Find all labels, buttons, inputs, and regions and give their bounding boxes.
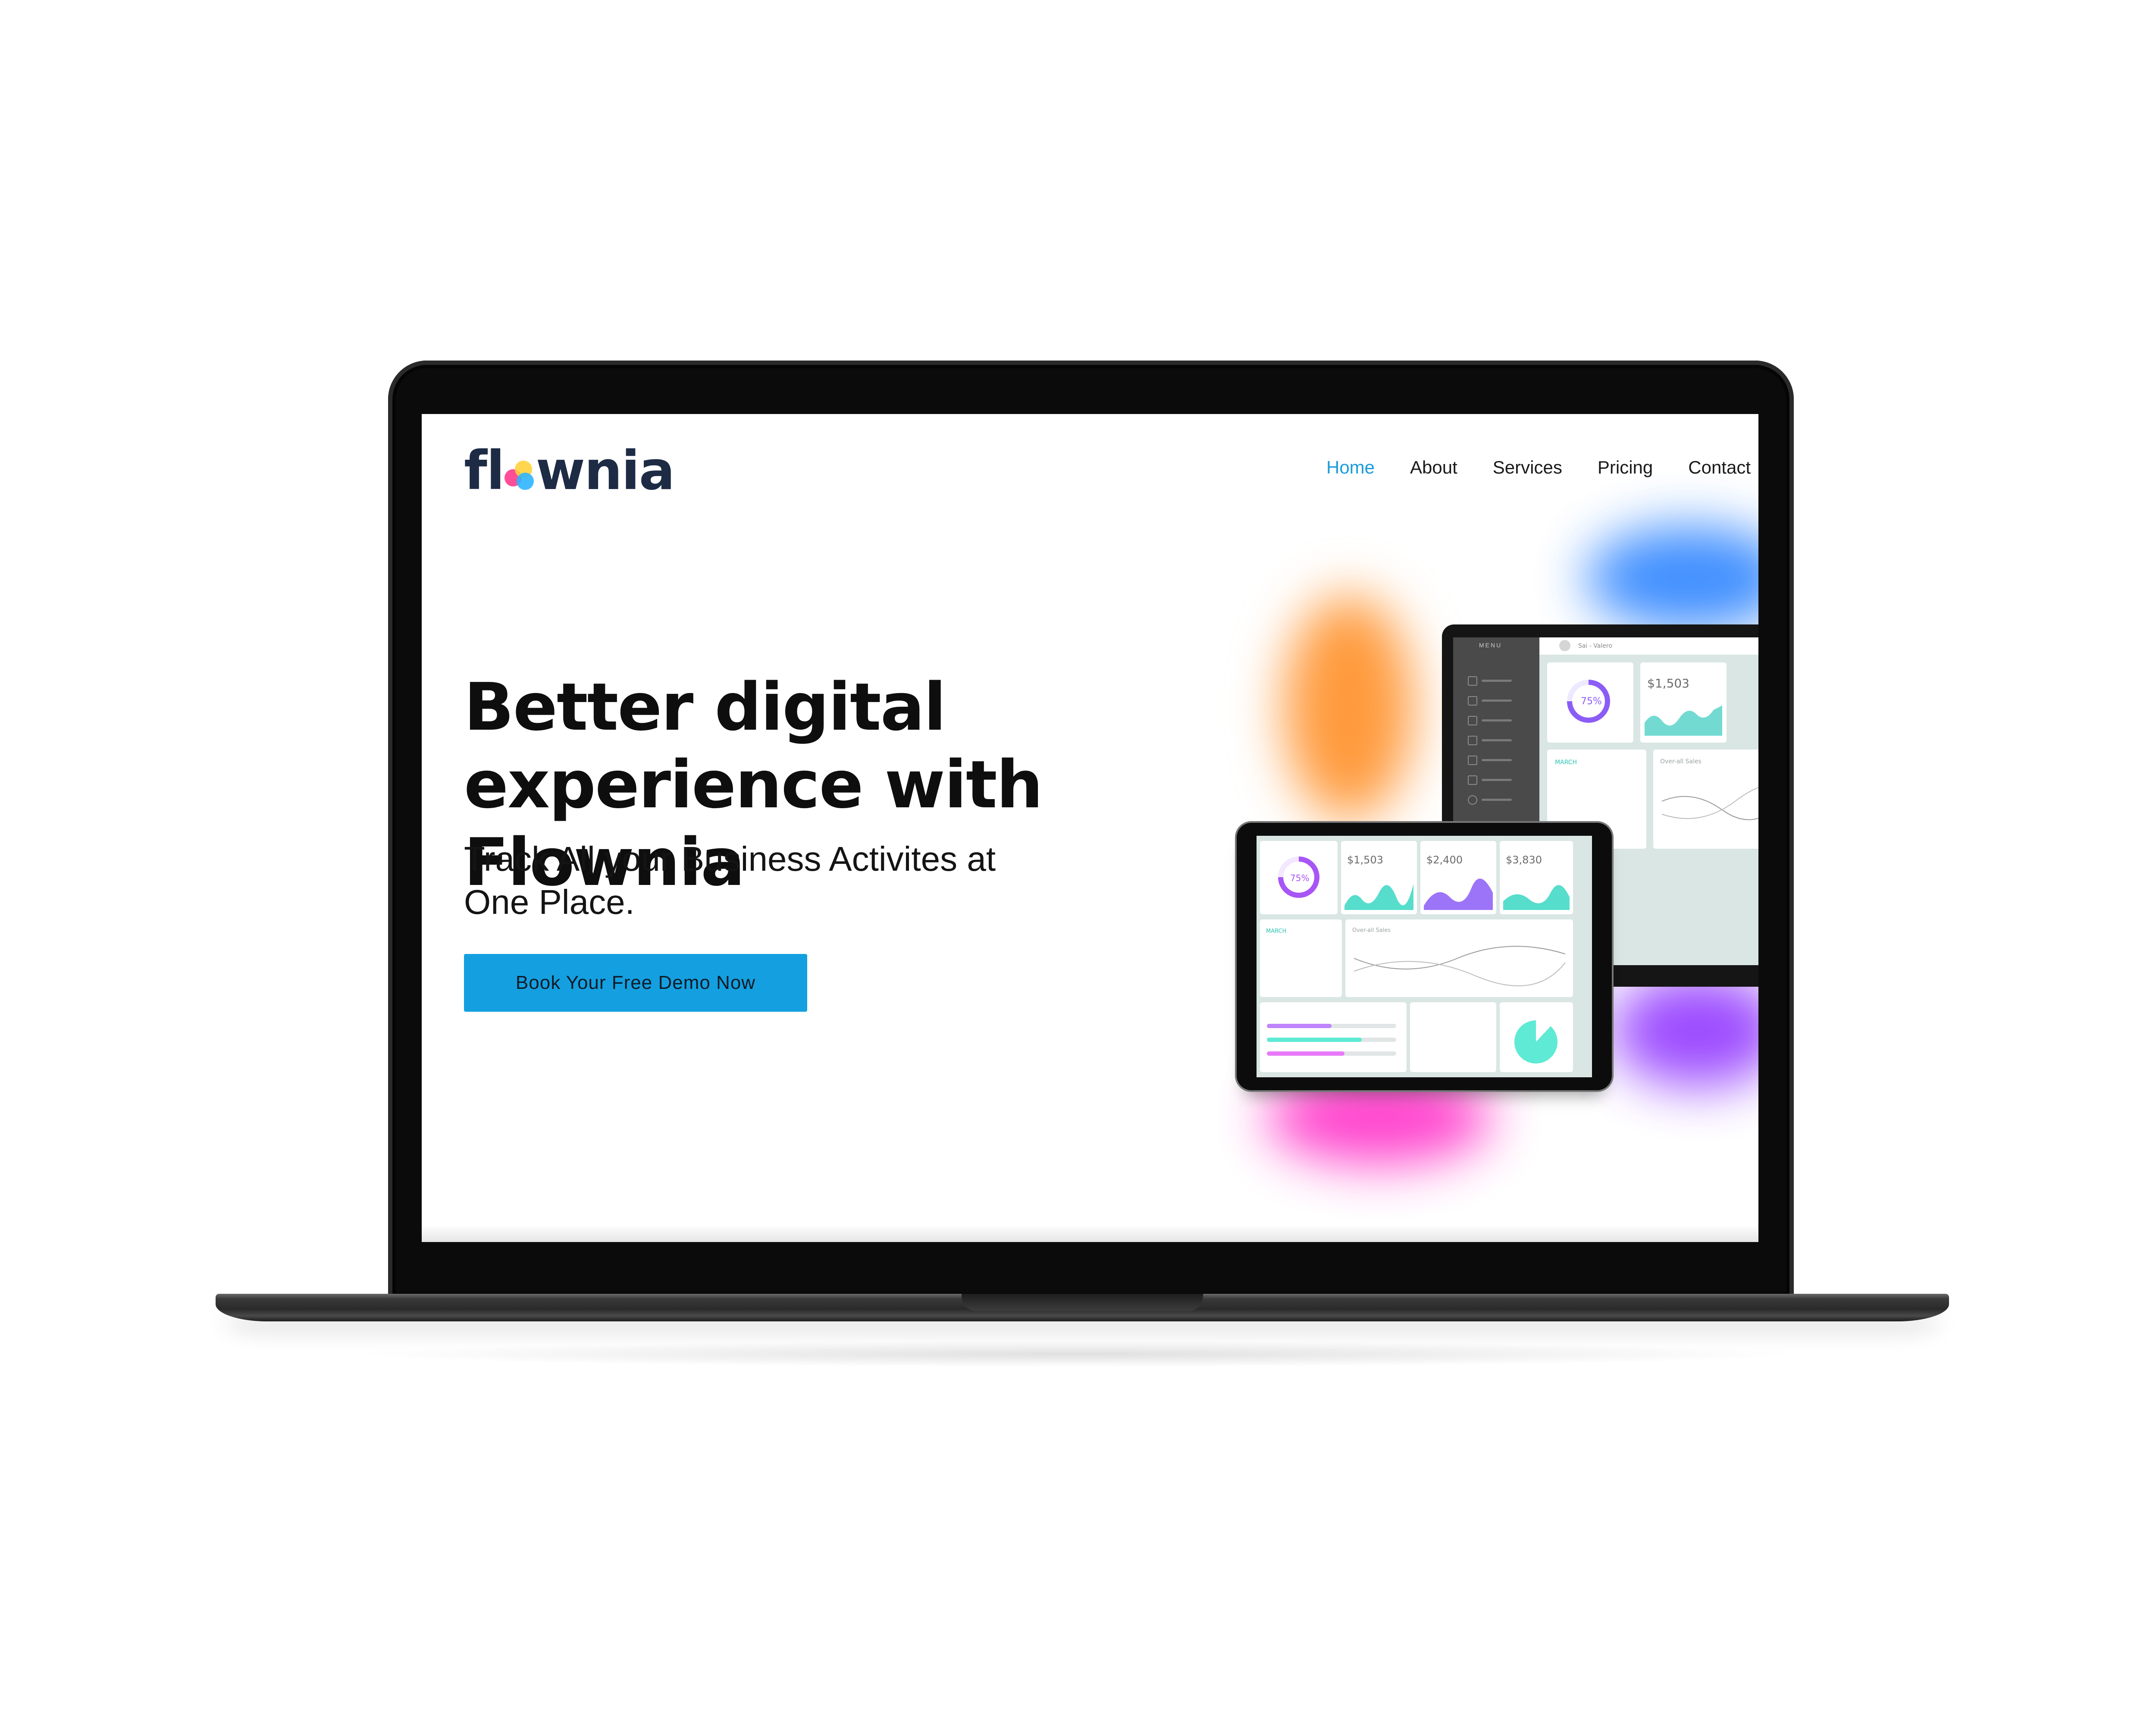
tablet-overall-sales-title: Over-all Sales bbox=[1352, 927, 1391, 934]
nav-services[interactable]: Services bbox=[1493, 457, 1562, 478]
logo-text-wnia: wnia bbox=[536, 440, 675, 502]
hero-subline: Track All your Business Activites at One… bbox=[464, 840, 996, 921]
laptop-shadow bbox=[345, 1341, 1811, 1367]
avatar bbox=[1559, 640, 1570, 651]
tablet-lotto-card bbox=[1260, 1002, 1407, 1072]
tablet-dashboard: 75% $1,503 $2,400 $3,830 MARCH Over-all … bbox=[1257, 836, 1592, 1077]
tablet-metric-value: $1,503 bbox=[1347, 854, 1383, 866]
overall-sales-title: Over-all Sales bbox=[1660, 758, 1702, 765]
progress-fill bbox=[1267, 1051, 1344, 1056]
list-icon bbox=[1468, 716, 1477, 725]
laptop-screen: fl wnia Home About Services Pricing Conta… bbox=[422, 414, 1758, 1242]
logo-mark-icon bbox=[505, 461, 535, 491]
overall-sales-line bbox=[1661, 787, 1758, 820]
nav-home[interactable]: Home bbox=[1326, 457, 1375, 478]
user-icon bbox=[1468, 676, 1477, 686]
sidebar-line bbox=[1482, 680, 1512, 682]
nav-contact[interactable]: Contact bbox=[1688, 457, 1751, 478]
gas-sales-card: $1,503 bbox=[1640, 662, 1727, 743]
store-pie-chart bbox=[1514, 1020, 1557, 1063]
tablet-calendar-month: MARCH bbox=[1266, 928, 1287, 935]
sidebar-line bbox=[1482, 759, 1512, 761]
gas-sales-sparkline bbox=[1645, 706, 1722, 736]
inventory-card: 75% bbox=[1547, 662, 1633, 743]
sidebar-line bbox=[1482, 739, 1512, 741]
calendar-icon bbox=[1468, 736, 1477, 745]
logo-text-fl: fl bbox=[464, 440, 505, 502]
tablet-overall-sales-line bbox=[1354, 946, 1565, 986]
tablet-inventory-list-card bbox=[1410, 1002, 1496, 1072]
mockup-user-name: Sai - Valero bbox=[1578, 643, 1612, 649]
sidebar-line bbox=[1482, 719, 1512, 721]
glow-orange bbox=[1284, 595, 1413, 819]
mockup-menu-label: MENU bbox=[1479, 642, 1502, 649]
tablet-metric-card: $1,503 bbox=[1341, 841, 1417, 914]
tablet-overall-sales-card: Over-all Sales bbox=[1345, 919, 1573, 997]
nav-about[interactable]: About bbox=[1410, 457, 1457, 478]
nav-pricing[interactable]: Pricing bbox=[1598, 457, 1653, 478]
progress-fill bbox=[1267, 1024, 1332, 1028]
tablet-inventory-percent: 75% bbox=[1290, 873, 1310, 883]
laptop-notch bbox=[962, 1294, 1203, 1311]
gas-sales-value: $1,503 bbox=[1647, 676, 1689, 690]
sidebar-line bbox=[1482, 779, 1512, 781]
gear-icon bbox=[1468, 795, 1477, 805]
mockup-topbar: Sai - Valero bbox=[1539, 637, 1758, 655]
site-logo[interactable]: fl wnia bbox=[464, 444, 675, 498]
calendar-month: MARCH bbox=[1555, 759, 1577, 766]
home-icon bbox=[1468, 696, 1477, 706]
sidebar-line bbox=[1482, 700, 1512, 702]
tablet-store-profile-card bbox=[1500, 1002, 1573, 1072]
mockup-tablet: 75% $1,503 $2,400 $3,830 MARCH Over-all … bbox=[1237, 823, 1612, 1090]
tablet-sparkline bbox=[1424, 878, 1493, 910]
glow-blue bbox=[1586, 526, 1758, 630]
tablet-sparkline bbox=[1503, 885, 1570, 910]
overall-sales-card: Over-all Sales bbox=[1653, 750, 1758, 849]
main-nav: Home About Services Pricing Contact bbox=[1326, 457, 1751, 478]
tablet-sparkline bbox=[1344, 884, 1413, 910]
tablet-calendar-card: MARCH bbox=[1260, 919, 1342, 997]
tablet-metric-card: $3,830 bbox=[1500, 841, 1573, 914]
tablet-metric-card: $2,400 bbox=[1420, 841, 1496, 914]
sidebar-line bbox=[1482, 799, 1512, 801]
tablet-inventory-card: 75% bbox=[1260, 841, 1338, 914]
inventory-percent: 75% bbox=[1581, 696, 1602, 707]
list-icon bbox=[1468, 775, 1477, 785]
tablet-metric-value: $3,830 bbox=[1506, 854, 1542, 866]
glow-purple bbox=[1612, 975, 1758, 1087]
progress-fill bbox=[1267, 1038, 1362, 1042]
book-demo-button[interactable]: Book Your Free Demo Now bbox=[464, 954, 807, 1012]
mail-icon bbox=[1468, 756, 1477, 765]
tablet-metric-value: $2,400 bbox=[1426, 854, 1463, 866]
